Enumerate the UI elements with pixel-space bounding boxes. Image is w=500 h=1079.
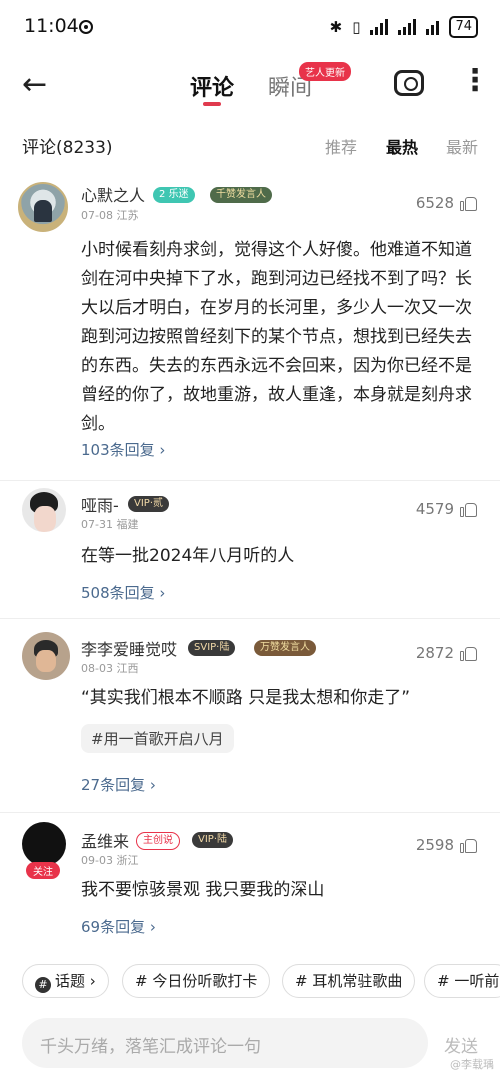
like-button[interactable]: 2598 [416, 836, 478, 854]
comment-input[interactable]: 千头万绪，落笔汇成评论一句 [22, 1018, 428, 1068]
comment-text: 我不要惊骇景观 我只要我的深山 [81, 880, 325, 900]
honor-badge: 万赞发言人 [254, 640, 316, 656]
comment-text: “其实我们根本不顺路 只是我太想和你走了” [81, 688, 411, 708]
vip-badge: SVIP·陆 [188, 640, 236, 656]
view-replies-link[interactable]: 69条回复 › [81, 916, 156, 937]
camera-share-icon[interactable] [394, 70, 424, 96]
view-replies-link[interactable]: 508条回复 › [81, 582, 165, 603]
status-time: 11:04 [24, 15, 79, 37]
view-replies-link[interactable]: 27条回复 › [81, 774, 156, 795]
topic-chip[interactable]: # 一听前 [424, 964, 500, 998]
avatar[interactable] [22, 822, 66, 866]
creator-badge: 主创说 [136, 832, 180, 850]
comment-username[interactable]: 孟维来 [81, 828, 129, 852]
comment-text: 在等一批2024年八月听的人 [81, 546, 295, 566]
topic-chip[interactable]: # 耳机常驻歌曲 [282, 964, 416, 998]
topic-chips: # 话题 › # 今日份听歌打卡 # 耳机常驻歌曲 # 一听前 [0, 964, 500, 1004]
more-icon[interactable]: ⋮ [460, 66, 490, 96]
back-arrow-icon[interactable]: ← [22, 70, 47, 100]
like-count: 2872 [415, 644, 454, 662]
status-icons: ✱ ▯ 74 [330, 16, 478, 38]
top-nav: ← 评论 瞬间 艺人更新 ⋮ [0, 52, 500, 118]
honor-badge: 千赞发言人 [210, 187, 272, 203]
topic-tag[interactable]: #用一首歌开启八月 [81, 724, 234, 753]
topic-chip[interactable]: # 话题 › [22, 964, 109, 998]
divider [0, 812, 500, 813]
hash-icon: # [35, 977, 51, 993]
watermark: @李载瑀 [450, 1058, 494, 1071]
signal-2-icon [398, 19, 417, 35]
follow-button[interactable]: 关注 [26, 862, 60, 879]
like-button[interactable]: 6528 [416, 194, 478, 212]
comment-count: 评论(8233) [22, 138, 113, 158]
comment-meta: 08-03 江西 [81, 662, 139, 675]
sort-newest[interactable]: 最新 [446, 134, 478, 158]
send-button[interactable]: 发送 [444, 1032, 478, 1057]
comment-sort-bar: 评论(8233) 推荐 最热 最新 [0, 130, 500, 160]
bluetooth-icon: ✱ [329, 18, 343, 36]
active-tab-indicator [203, 102, 221, 106]
like-button[interactable]: 2872 [416, 644, 478, 662]
battery-indicator: 74 [449, 16, 478, 38]
wifi-icon [426, 19, 440, 35]
comment-username[interactable]: 心默之人 [81, 182, 145, 206]
status-bar: 11:04 ✱ ▯ 74 [0, 0, 500, 52]
avatar[interactable] [18, 182, 68, 232]
comment-text: 小时候看刻舟求剑，觉得这个人好傻。他难道不知道剑在河中央掉下了水，跑到河边已经找… [81, 240, 472, 434]
comment-meta: 09-03 浙江 [81, 854, 139, 867]
thumb-up-icon [460, 195, 478, 211]
comment-input-placeholder: 千头万绪，落笔汇成评论一句 [40, 1037, 261, 1057]
divider [0, 618, 500, 619]
comment-meta: 07-08 江苏 [81, 209, 139, 222]
comment-item: 李李爱睡觉哎 SVIP·陆 万赞发言人 08-03 江西 2872 “其实我们根… [0, 630, 500, 810]
comment-username[interactable]: 哑雨- [81, 492, 119, 516]
topic-chip[interactable]: # 今日份听歌打卡 [122, 964, 271, 998]
like-count: 2598 [415, 836, 454, 854]
comment-item: 哑雨- VIP·贰 07-31 福建 4579 在等一批2024年八月听的人 5… [0, 488, 500, 618]
vip-badge: VIP·陆 [192, 832, 233, 848]
thumb-up-icon [460, 837, 478, 853]
thumb-up-icon [460, 501, 478, 517]
notification-icon [79, 20, 93, 34]
comment-item: 关注 孟维来 主创说 VIP·陆 09-03 浙江 2598 我不要惊骇景观 我… [0, 822, 500, 952]
sort-recommend[interactable]: 推荐 [325, 134, 357, 158]
view-replies-link[interactable]: 103条回复 › [81, 439, 165, 460]
like-count: 6528 [415, 194, 454, 212]
tab-comments[interactable]: 评论 [190, 70, 234, 102]
vibrate-icon: ▯ [352, 18, 361, 36]
artist-update-badge: 艺人更新 [299, 62, 351, 81]
like-count: 4579 [415, 500, 454, 518]
avatar[interactable] [22, 632, 70, 680]
comment-item: 心默之人 2 乐迷 千赞发言人 07-08 江苏 6528 小时候看刻舟求剑，觉… [0, 178, 500, 478]
thumb-up-icon [460, 645, 478, 661]
sort-hottest[interactable]: 最热 [386, 134, 418, 158]
avatar[interactable] [22, 488, 66, 532]
signal-icon [370, 19, 389, 35]
fan-level-badge: 2 乐迷 [153, 187, 195, 203]
like-button[interactable]: 4579 [416, 500, 478, 518]
comment-username[interactable]: 李李爱睡觉哎 [81, 636, 177, 660]
comment-meta: 07-31 福建 [81, 518, 139, 531]
vip-badge: VIP·贰 [128, 496, 169, 512]
divider [0, 480, 500, 481]
